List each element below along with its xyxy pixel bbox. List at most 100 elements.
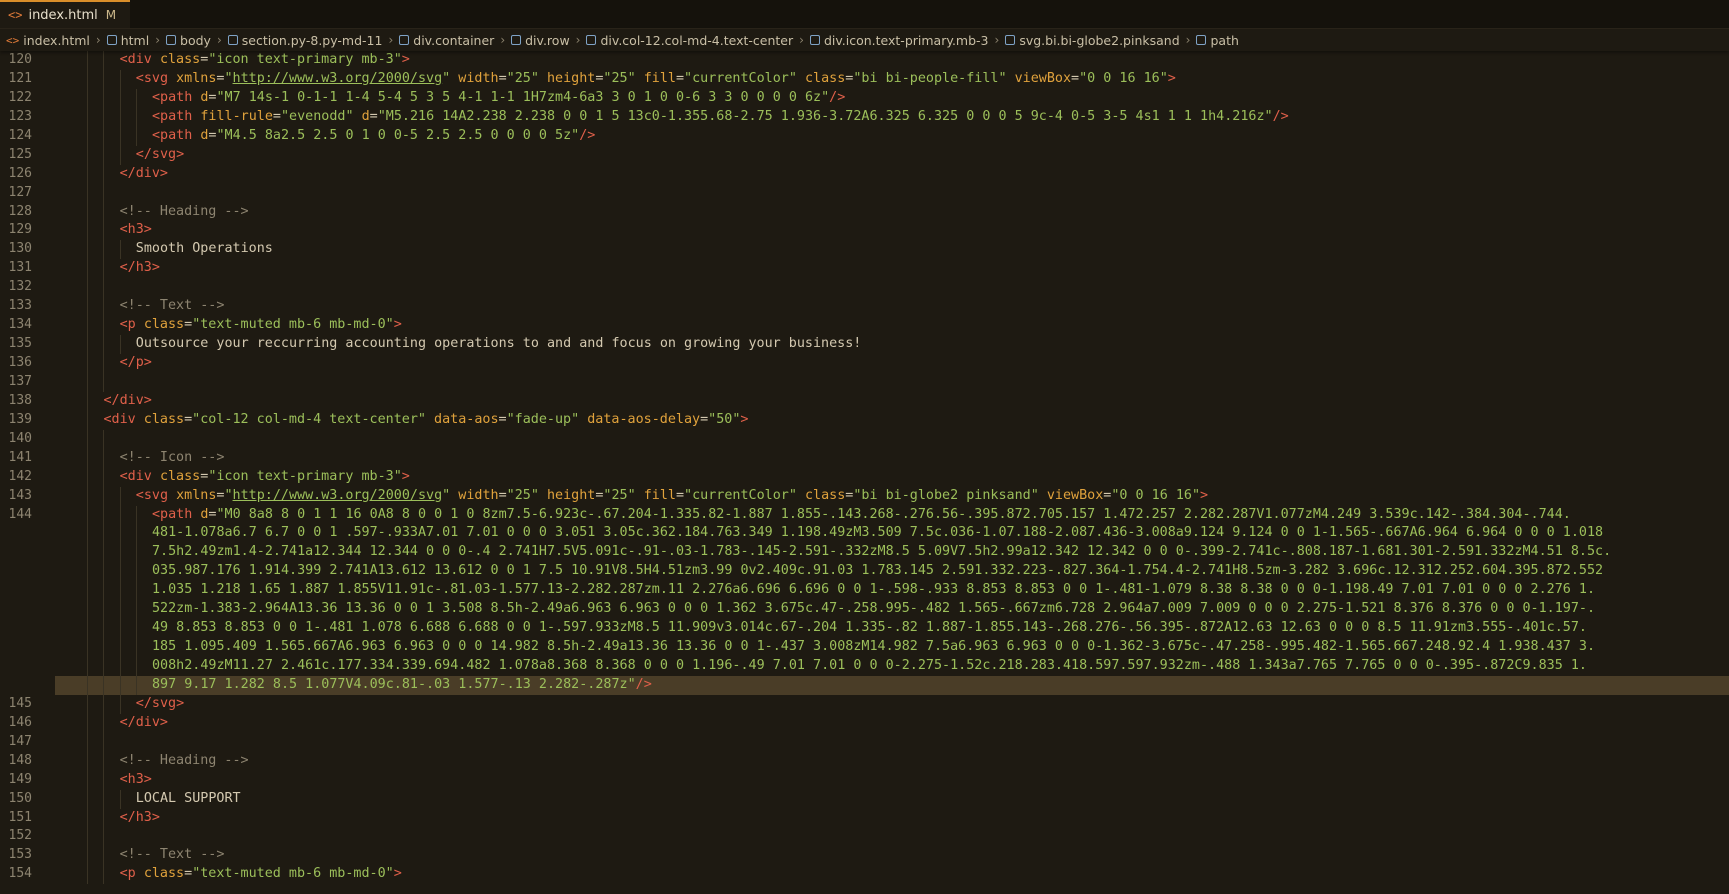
code-token-pun [579,412,587,427]
code-text: <h3> [55,771,1729,790]
code-token-str: "evenodd" [280,108,354,124]
code-text: <!-- Heading --> [55,203,1729,222]
code-token-pun: = [700,411,709,427]
code-line[interactable]: 154 <p class="text-muted mb-6 mb-md-0"> [0,865,1729,885]
code-line[interactable]: 127 [0,183,1729,203]
code-line[interactable]: 135 Outsource your reccurring accounting … [0,335,1729,354]
code-line[interactable]: 149 <h3> [0,770,1729,790]
line-number: 127 [8,184,32,200]
line-number: 151 [8,809,32,825]
code-line[interactable]: 1.035 1.218 1.65 1.887 1.855V11.91c-.81.… [0,581,1729,601]
code-token-str: "icon text-primary mb-3" [208,52,402,67]
code-line[interactable]: 153 <!-- Text --> [0,846,1729,866]
code-line[interactable]: 147 [0,732,1729,752]
code-token-attr: data-aos-delay [587,411,701,427]
code-text: 481-1.078a6.7 6.7 0 0 1 .597-.933A7.01 7… [55,524,1729,543]
code-line[interactable]: 131 </h3> [0,259,1729,279]
code-line[interactable]: 122 <path d="M7 14s-1 0-1-1 1-4 5-4 5 3 5… [0,88,1729,108]
code-line[interactable]: 49 8.853 8.853 0 0 1-.481 1.078 6.688 6.… [0,619,1729,639]
code-line[interactable]: 142 <div class="icon text-primary mb-3"> [0,467,1729,487]
breadcrumb-label: div.row [525,32,570,48]
line-number: 120 [8,52,32,67]
code-line[interactable]: 144 <path d="M0 8a8 8 0 1 1 16 0A8 8 0 0 … [0,505,1729,525]
code-token-tag: </h3> [119,260,160,276]
code-token-str: "0 0 16 16" [1079,70,1168,86]
code-token-com: <!-- Heading --> [119,752,249,768]
line-number [0,619,32,638]
code-token-str: 7.5h2.49zm1.4-2.741a12.344 12.344 0 0 0-… [151,544,1612,560]
breadcrumb-item[interactable]: <> index.html [6,33,90,48]
line-number [0,543,32,562]
code-line[interactable]: 185 1.095.409 1.565.667A6.963 6.963 0 0 … [0,638,1729,657]
code-line[interactable]: 7.5h2.49zm1.4-2.741a12.344 12.344 0 0 0-… [0,543,1729,563]
code-text: <!-- Text --> [55,297,1729,316]
code-line[interactable]: 136 </p> [0,354,1729,373]
code-line[interactable]: 134 <p class="text-muted mb-6 mb-md-0"> [0,316,1729,336]
code-line[interactable]: 139 <div class="col-12 col-md-4 text-cent… [0,410,1729,430]
code-token-attr: class [143,317,185,333]
breadcrumb-item[interactable]: div.col-12.col-md-4.text-center [586,33,793,48]
breadcrumb-label: path [1210,32,1239,48]
code-token-pun [1039,488,1047,503]
breadcrumb-item[interactable]: path [1196,32,1239,48]
code-line[interactable]: 126 </div> [0,164,1729,184]
code-line[interactable]: 132 [0,278,1729,298]
chevron-right-icon: › [216,33,222,47]
code-line[interactable]: 128 <!-- Heading --> [0,202,1729,222]
code-token-attr: xmlns [176,487,217,503]
code-line[interactable]: 133 <!-- Text --> [0,297,1729,317]
breadcrumb-item[interactable]: div.icon.text-primary.mb-3 [809,33,989,48]
code-line[interactable]: 129 <h3> [0,221,1729,241]
code-line[interactable]: 123 <path fill-rule="evenodd" d="M5.216 1… [0,107,1729,127]
code-line[interactable]: 141 <!-- Icon --> [0,448,1729,468]
code-token-attr: fill [643,70,676,86]
code-token-str: "25" [506,70,539,86]
code-line[interactable]: 143 <svg xmlns = "http://www.w3.org/2000/sv… [0,486,1729,506]
code-line[interactable]: 148 <!-- Heading --> [0,751,1729,771]
code-token-attr: viewBox [1046,487,1104,503]
code-line[interactable]: 124 <path d="M4.5 8a2.5 2.5 0 1 0 0-5 2.5… [0,126,1729,146]
breadcrumb-item[interactable]: html [106,33,149,48]
tab-index-html[interactable]: <> index.html M [0,0,131,28]
code-token-tag: <path [151,127,201,143]
code-line[interactable]: 035.987.176 1.914.399 2.741A13.612 13.61… [0,562,1729,582]
code-token-str: 008h2.49zM11.27 2.461c.177.334.339.694.4… [151,658,1587,673]
code-line[interactable]: 130 Smooth Operations [0,240,1729,260]
code-line[interactable]: 481-1.078a6.7 6.7 0 0 1 .597-.933A7.01 7… [0,524,1729,544]
code-token-pun: = [184,317,193,333]
code-line[interactable]: 137 [0,372,1729,392]
code-token-com: <!-- Text --> [119,298,225,314]
code-line[interactable]: 125 </svg> [0,145,1729,165]
code-token-attr: fill [643,487,676,503]
code-line[interactable]: 522zm-1.383-2.964A13.36 13.36 0 0 1 3.50… [0,600,1729,620]
code-token-txt: Outsource your reccurring accounting ope… [135,336,862,352]
code-line[interactable]: 150 LOCAL SUPPORT [0,789,1729,809]
code-line[interactable]: 120 <div class="icon text-primary mb-3"> [0,51,1729,70]
code-token-pun [636,71,644,86]
code-token-str: 1.035 1.218 1.65 1.887 1.855V11.91c-.81.… [151,582,1596,598]
code-line[interactable]: 897 9.17 1.282 8.5 1.077V4.09c.81-.03 1.… [0,675,1729,695]
line-number: 143 [8,487,32,503]
element-icon [809,35,820,45]
code-token-tag: </p> [119,355,152,370]
breadcrumb-item[interactable]: section.py-8.py-md-11 [227,33,382,48]
element-icon [1005,35,1016,45]
code-line[interactable]: 152 [0,827,1729,847]
code-token-tag: <h3> [119,222,152,238]
breadcrumb-item[interactable]: body [166,33,211,48]
code-line[interactable]: 140 [0,429,1729,449]
code-editor[interactable]: 120 <div class="icon text-primary mb-3"> 1… [0,51,1729,894]
code-token-attr: d [361,108,370,124]
code-line[interactable]: 138 </div> [0,391,1729,411]
code-line[interactable]: 121 <svg xmlns = "http://www.w3.org/2000/sv… [0,69,1729,89]
breadcrumb-item[interactable]: div.container [399,33,494,48]
code-line[interactable]: 151 </h3> [0,808,1729,828]
code-line[interactable]: 145 </svg> [0,694,1729,714]
code-text: 035.987.176 1.914.399 2.741A13.612 13.61… [55,562,1729,581]
code-line[interactable]: 146 </div> [0,713,1729,733]
breadcrumb-item[interactable]: svg.bi.bi-globe2.pinksand [1005,33,1180,48]
breadcrumb-item[interactable]: div.row [511,33,570,48]
code-line[interactable]: 008h2.49zM11.27 2.461c.177.334.339.694.4… [0,657,1729,676]
code-token-txt: Smooth Operations [135,241,273,257]
code-token-txt: LOCAL SUPPORT [135,790,241,806]
